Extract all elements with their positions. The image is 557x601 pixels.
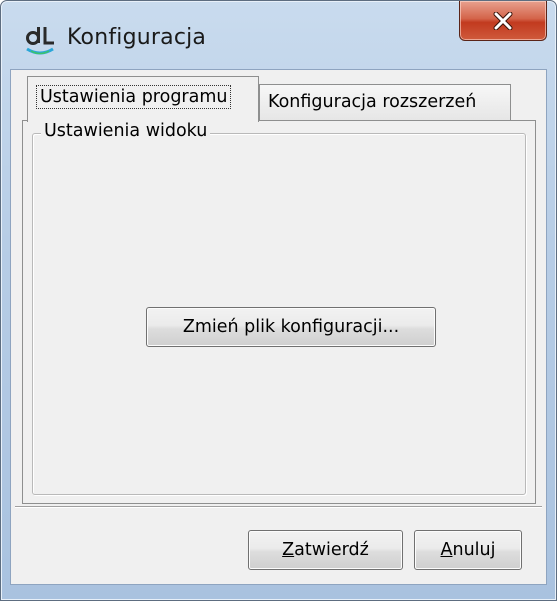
title-bar[interactable]: Konfiguracja	[1, 1, 556, 71]
config-dialog-window: Konfiguracja Ustawienia programu Konfigu…	[0, 0, 557, 601]
change-config-file-button[interactable]: Zmień plik konfiguracji...	[146, 307, 436, 347]
window-title: Konfiguracja	[67, 25, 207, 50]
cancel-mnemonic: A	[440, 540, 453, 560]
dl-logo-icon	[26, 27, 54, 55]
view-settings-group: Ustawienia widoku Zmień plik konfiguracj…	[32, 121, 526, 495]
tab-extensions-config[interactable]: Konfiguracja rozszerzeń	[259, 84, 511, 120]
window-bottom-frame	[1, 584, 556, 600]
close-x-icon	[493, 11, 513, 30]
close-button[interactable]	[459, 1, 547, 41]
tab-panel-program-settings: Ustawienia widoku Zmień plik konfiguracj…	[22, 120, 536, 504]
tab-program-settings[interactable]: Ustawienia programu	[27, 76, 259, 122]
confirm-mnemonic: Z	[282, 540, 295, 560]
tab-program-settings-label: Ustawienia programu	[36, 85, 232, 109]
view-settings-legend: Ustawienia widoku	[41, 121, 211, 141]
tab-extensions-config-label: Konfiguracja rozszerzeń	[268, 92, 477, 112]
dialog-client-area: Ustawienia programu Konfiguracja rozszer…	[10, 69, 547, 585]
confirm-label-rest: atwierdź	[294, 540, 369, 560]
confirm-button[interactable]: Zatwierdź	[248, 530, 403, 570]
footer-divider	[15, 506, 542, 508]
cancel-button[interactable]: Anuluj	[414, 530, 522, 570]
cancel-label-rest: nuluj	[452, 540, 496, 560]
